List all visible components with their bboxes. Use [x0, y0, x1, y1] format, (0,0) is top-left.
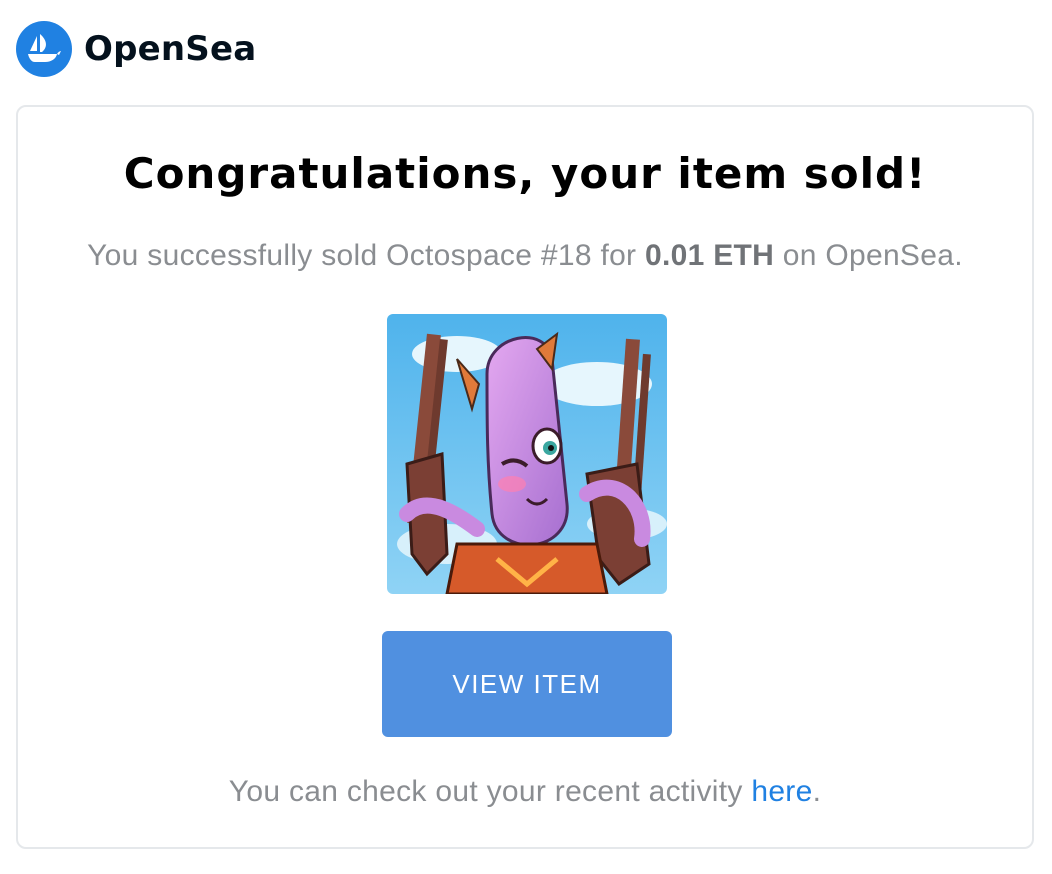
sale-message-suffix: on OpenSea. [774, 239, 963, 272]
recent-activity-text: You can check out your recent activity h… [18, 775, 1032, 809]
footer-prefix: You can check out your recent activity [228, 775, 752, 808]
brand-name[interactable]: OpenSea [84, 29, 256, 69]
sale-notification-card: Congratulations, your item sold! You suc… [16, 105, 1034, 849]
view-item-button[interactable]: VIEW ITEM [382, 631, 672, 737]
opensea-logo-icon[interactable] [16, 21, 72, 77]
sale-message: You successfully sold Octospace #18 for … [18, 239, 1032, 273]
footer-suffix: . [812, 775, 822, 808]
sale-message-prefix: You successfully sold Octospace #18 for [87, 239, 645, 272]
page-title: Congratulations, your item sold! [123, 149, 927, 198]
header: OpenSea [16, 21, 256, 77]
sale-price: 0.01 ETH [644, 239, 775, 272]
nft-image[interactable] [387, 314, 667, 594]
recent-activity-link[interactable]: here [751, 775, 812, 808]
